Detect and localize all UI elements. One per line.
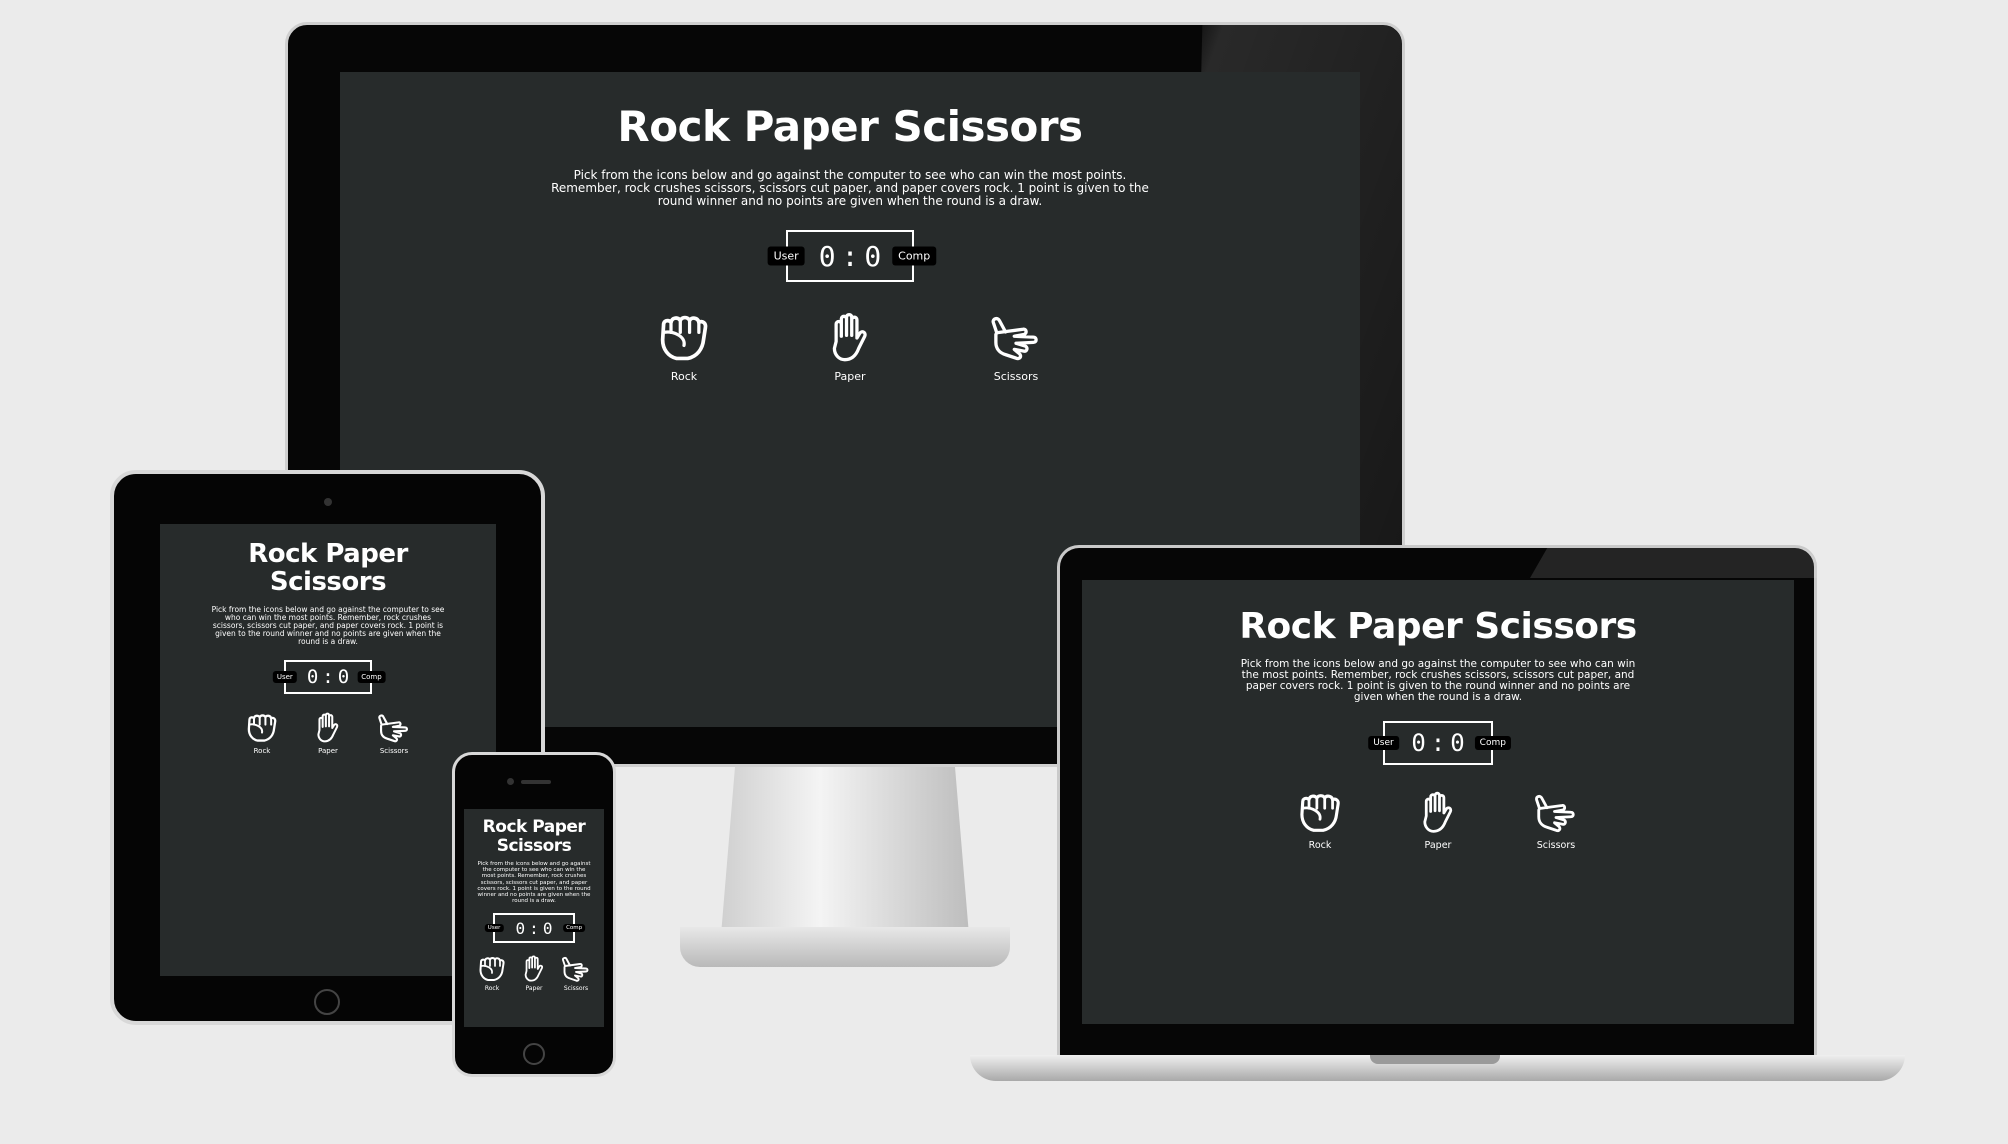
user-score: 0 <box>1411 729 1426 757</box>
phone-speaker <box>521 780 551 784</box>
comp-score-label: Comp <box>892 246 937 266</box>
comp-score-label: Comp <box>563 924 586 933</box>
rock-label: Rock <box>1308 840 1332 851</box>
rock-label: Rock <box>670 370 698 383</box>
game-description: Pick from the icons below and go against… <box>477 861 591 905</box>
tablet-screen: Rock Paper Scissors Pick from the icons … <box>160 524 496 976</box>
scissors-button[interactable]: Scissors <box>988 312 1044 383</box>
comp-score: 0 <box>1450 729 1465 757</box>
scoreboard: User 0 : 0 Comp <box>484 913 586 944</box>
paper-button[interactable]: Paper <box>518 955 550 992</box>
monitor-stand <box>720 767 970 947</box>
page-title: Rock Paper Scissors <box>617 102 1083 151</box>
user-score-label: User <box>272 671 297 683</box>
scissors-hand-icon <box>560 955 592 983</box>
user-score: 0 <box>515 918 526 938</box>
page-title: Rock Paper Scissors <box>1239 606 1637 647</box>
laptop-glare <box>1530 548 1817 578</box>
game-description: Pick from the icons below and go against… <box>211 605 445 646</box>
scissors-hand-icon <box>988 312 1044 364</box>
rock-hand-icon <box>656 312 712 364</box>
user-score-label: User <box>484 924 504 933</box>
paper-label: Paper <box>525 985 543 993</box>
score-separator: : <box>841 239 859 273</box>
monitor-stand-base <box>680 927 1010 967</box>
paper-hand-icon <box>310 712 346 744</box>
paper-button[interactable]: Paper <box>310 712 346 755</box>
scissors-label: Scissors <box>1536 840 1576 851</box>
devices-mockup: { "app": { "title": "Rock Paper Scissors… <box>0 0 2008 1144</box>
laptop-notch <box>1370 1055 1500 1064</box>
game-description: Pick from the icons below and go against… <box>551 168 1149 208</box>
choice-buttons: Rock Paper Scissors <box>1082 791 1794 851</box>
rock-hand-icon <box>244 712 280 744</box>
comp-score: 0 <box>864 239 882 273</box>
paper-hand-icon <box>518 955 550 983</box>
choice-buttons: Rock Paper Scissors <box>160 712 496 755</box>
comp-score-label: Comp <box>1474 736 1511 750</box>
paper-label: Paper <box>1424 840 1452 851</box>
scissors-button[interactable]: Scissors <box>1532 791 1580 851</box>
rock-hand-icon <box>1296 791 1344 835</box>
game-description: Pick from the icons below and go against… <box>1240 658 1636 703</box>
scoreboard: User 0 : 0 Comp <box>767 230 937 282</box>
score-separator: : <box>1430 729 1446 757</box>
score-separator: : <box>529 918 539 938</box>
paper-button[interactable]: Paper <box>1414 791 1462 851</box>
user-score: 0 <box>818 239 836 273</box>
scissors-button[interactable]: Scissors <box>376 712 412 755</box>
page-title: Rock Paper Scissors <box>248 539 408 597</box>
user-score: 0 <box>306 666 319 688</box>
tablet-camera <box>324 498 332 506</box>
rock-label: Rock <box>484 985 500 993</box>
rock-button[interactable]: Rock <box>656 312 712 383</box>
phone-home-button-icon[interactable] <box>523 1043 545 1065</box>
comp-score-label: Comp <box>357 671 386 683</box>
rock-button[interactable]: Rock <box>244 712 280 755</box>
tablet-home-button-icon[interactable] <box>314 989 340 1015</box>
scissors-label: Scissors <box>563 985 589 993</box>
phone-camera <box>507 778 514 785</box>
rock-label: Rock <box>253 747 271 755</box>
comp-score: 0 <box>337 666 350 688</box>
page-title: Rock Paper Scissors <box>482 817 586 856</box>
rock-button[interactable]: Rock <box>476 955 508 992</box>
phone-device: Rock Paper Scissors Pick from the icons … <box>452 752 616 1077</box>
scissors-label: Scissors <box>993 370 1039 383</box>
paper-label: Paper <box>834 370 866 383</box>
scissors-label: Scissors <box>379 747 409 755</box>
paper-button[interactable]: Paper <box>822 312 878 383</box>
paper-label: Paper <box>318 747 338 755</box>
user-score-label: User <box>767 246 805 266</box>
scoreboard: User 0 : 0 Comp <box>1368 721 1511 765</box>
scoreboard: User 0 : 0 Comp <box>272 660 386 694</box>
phone-screen: Rock Paper Scissors Pick from the icons … <box>464 809 604 1027</box>
laptop-screen: Rock Paper Scissors Pick from the icons … <box>1082 580 1794 1024</box>
rock-hand-icon <box>476 955 508 983</box>
choice-buttons: Rock Paper Scissors <box>340 312 1360 383</box>
score-separator: : <box>322 666 334 688</box>
user-score-label: User <box>1368 736 1399 750</box>
choice-buttons: Rock Paper Scissors <box>464 955 604 992</box>
scissors-hand-icon <box>376 712 412 744</box>
scissors-button[interactable]: Scissors <box>560 955 592 992</box>
paper-hand-icon <box>1414 791 1462 835</box>
laptop-device: Rock Paper Scissors Pick from the icons … <box>1057 545 1817 1055</box>
paper-hand-icon <box>822 312 878 364</box>
scissors-hand-icon <box>1532 791 1580 835</box>
comp-score: 0 <box>542 918 553 938</box>
rock-button[interactable]: Rock <box>1296 791 1344 851</box>
